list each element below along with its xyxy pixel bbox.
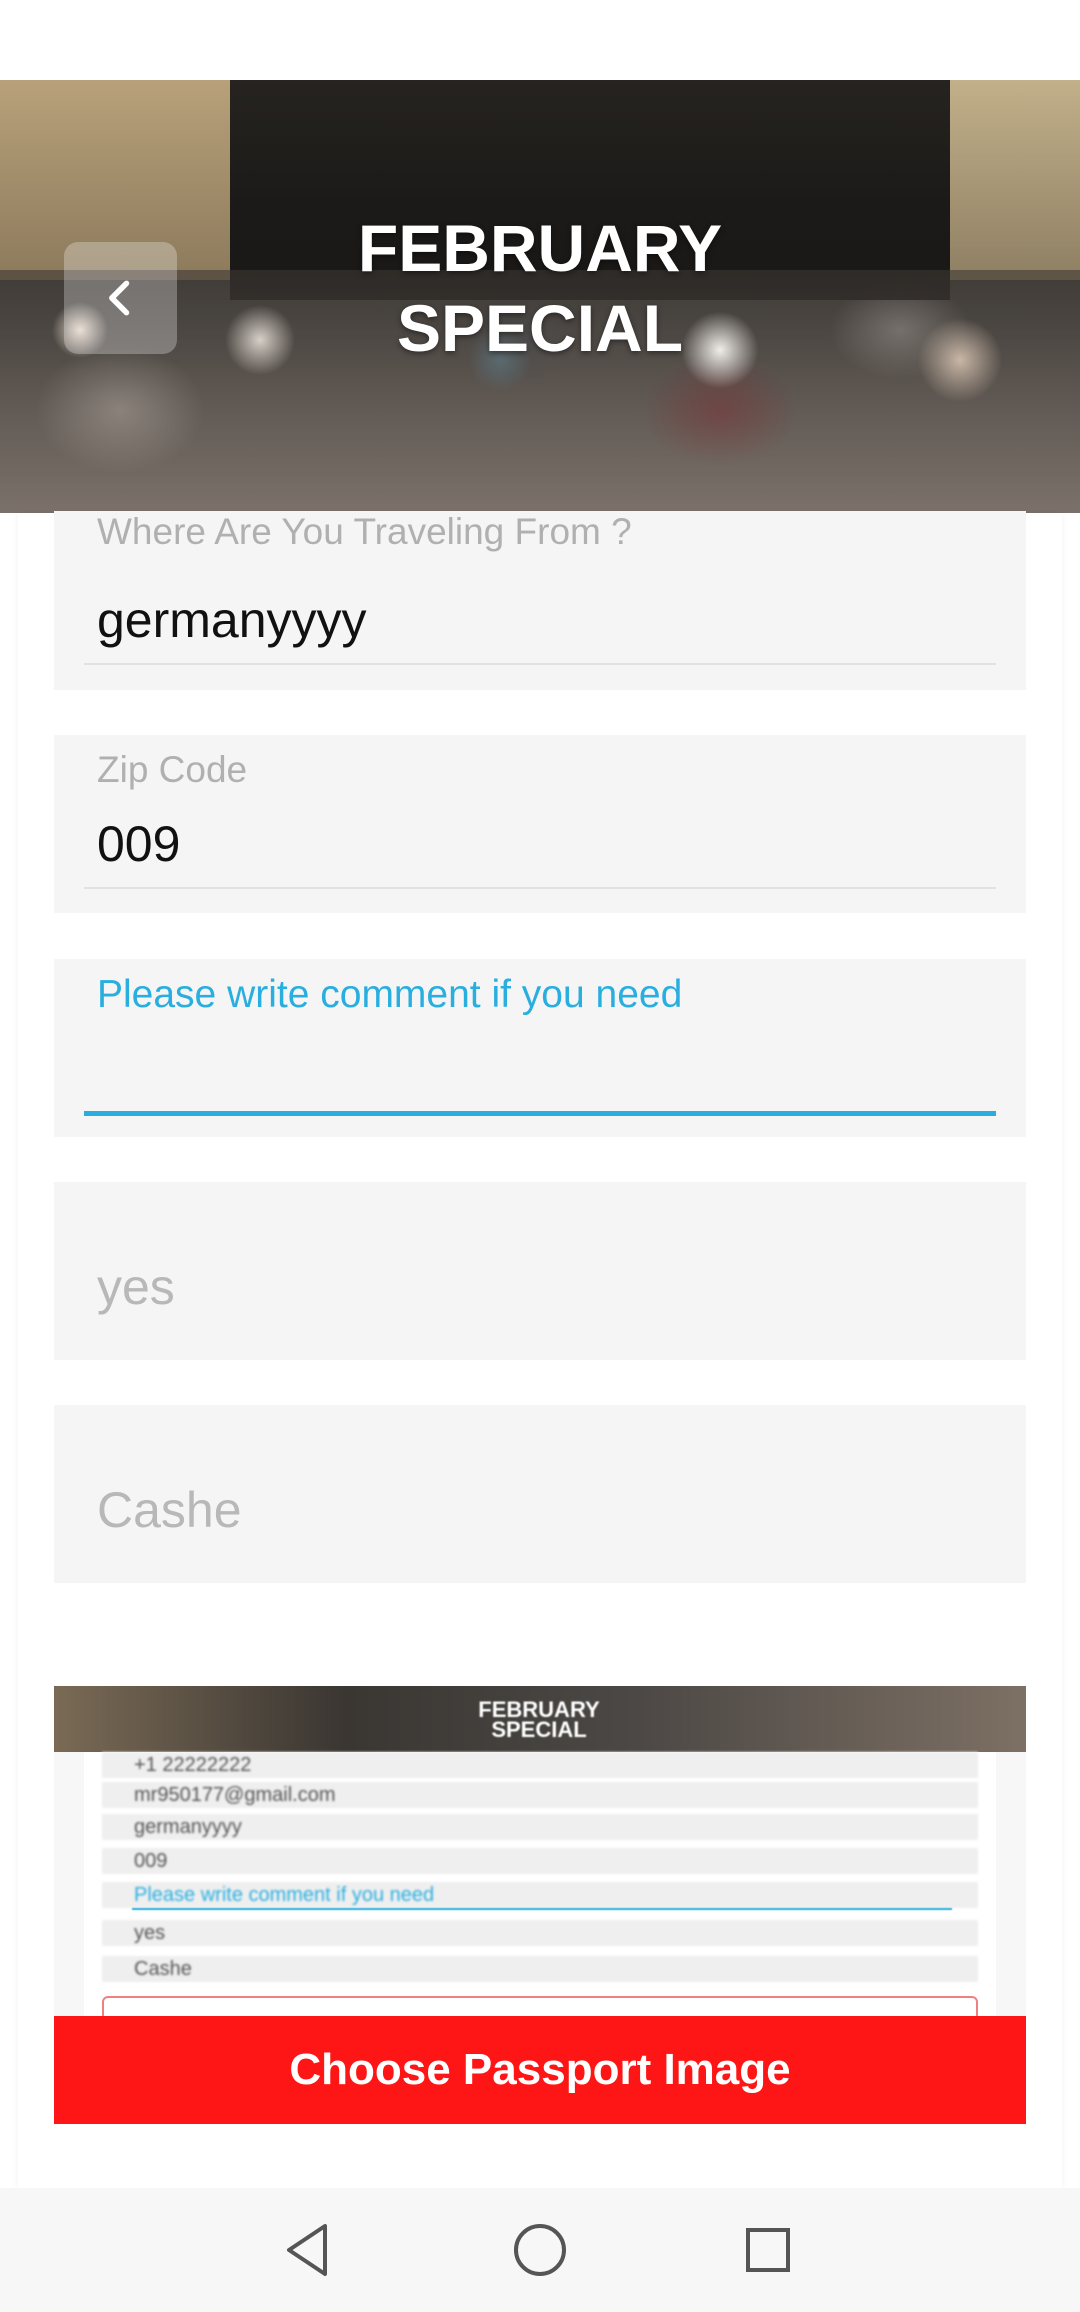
- comment-underline-focused: [84, 1111, 996, 1116]
- nav-recent-button[interactable]: [736, 2218, 800, 2282]
- preview-row: germanyyyy: [102, 1814, 978, 1840]
- page-title: FEBRUARY SPECIAL: [290, 208, 790, 368]
- zip-code-input[interactable]: 009: [97, 815, 180, 873]
- preview-outline: [102, 1996, 978, 2016]
- payment-field[interactable]: Cashe: [54, 1405, 1026, 1583]
- preview-body: +1 22222222 mr950177@gmail.com germanyyy…: [84, 1752, 996, 2016]
- page-title-line1: FEBRUARY: [357, 211, 723, 285]
- status-bar: [0, 0, 1080, 80]
- preview-row: +1 22222222: [102, 1752, 978, 1778]
- preview-underline: [132, 1908, 952, 1910]
- traveling-from-label: Where Are You Traveling From ?: [97, 511, 632, 552]
- nav-back-button[interactable]: [276, 2218, 340, 2282]
- traveling-from-underline: [84, 663, 996, 665]
- payment-placeholder: Cashe: [97, 1482, 242, 1538]
- traveling-from-field[interactable]: Where Are You Traveling From ? germanyyy…: [54, 511, 1026, 690]
- preview-row: Cashe: [102, 1956, 978, 1982]
- choose-passport-image-button[interactable]: Choose Passport Image: [54, 2016, 1026, 2124]
- comment-field[interactable]: Please write comment if you need: [54, 959, 1026, 1137]
- zip-code-underline: [84, 887, 996, 889]
- answer-placeholder: yes: [97, 1259, 175, 1315]
- answer-field[interactable]: yes: [54, 1182, 1026, 1360]
- page-title-line2: SPECIAL: [396, 291, 684, 365]
- preview-row: yes: [102, 1920, 978, 1946]
- circle-home-icon: [514, 2224, 566, 2276]
- square-recent-icon: [746, 2228, 790, 2272]
- preview-row: mr950177@gmail.com: [102, 1782, 978, 1808]
- preview-title: FEBRUARY SPECIAL: [374, 1699, 704, 1742]
- system-nav-bar: [0, 2188, 1080, 2312]
- comment-label: Please write comment if you need: [97, 973, 683, 1016]
- preview-row: Please write comment if you need: [102, 1882, 978, 1908]
- back-button[interactable]: [64, 242, 177, 354]
- passport-image-preview: FEBRUARY SPECIAL +1 22222222 mr950177@gm…: [54, 1686, 1026, 2016]
- preview-row: 009: [102, 1848, 978, 1874]
- triangle-back-icon: [287, 2224, 327, 2276]
- booking-form: Where Are You Traveling From ? germanyyy…: [18, 511, 1062, 2188]
- banner-background-right: [950, 80, 1080, 280]
- zip-code-field[interactable]: Zip Code 009: [54, 735, 1026, 913]
- preview-title-line2: SPECIAL: [491, 1717, 587, 1742]
- nav-home-button[interactable]: [508, 2218, 572, 2282]
- traveling-from-input[interactable]: germanyyyy: [97, 591, 367, 649]
- chevron-left-icon: [108, 280, 129, 316]
- zip-code-label: Zip Code: [97, 749, 248, 790]
